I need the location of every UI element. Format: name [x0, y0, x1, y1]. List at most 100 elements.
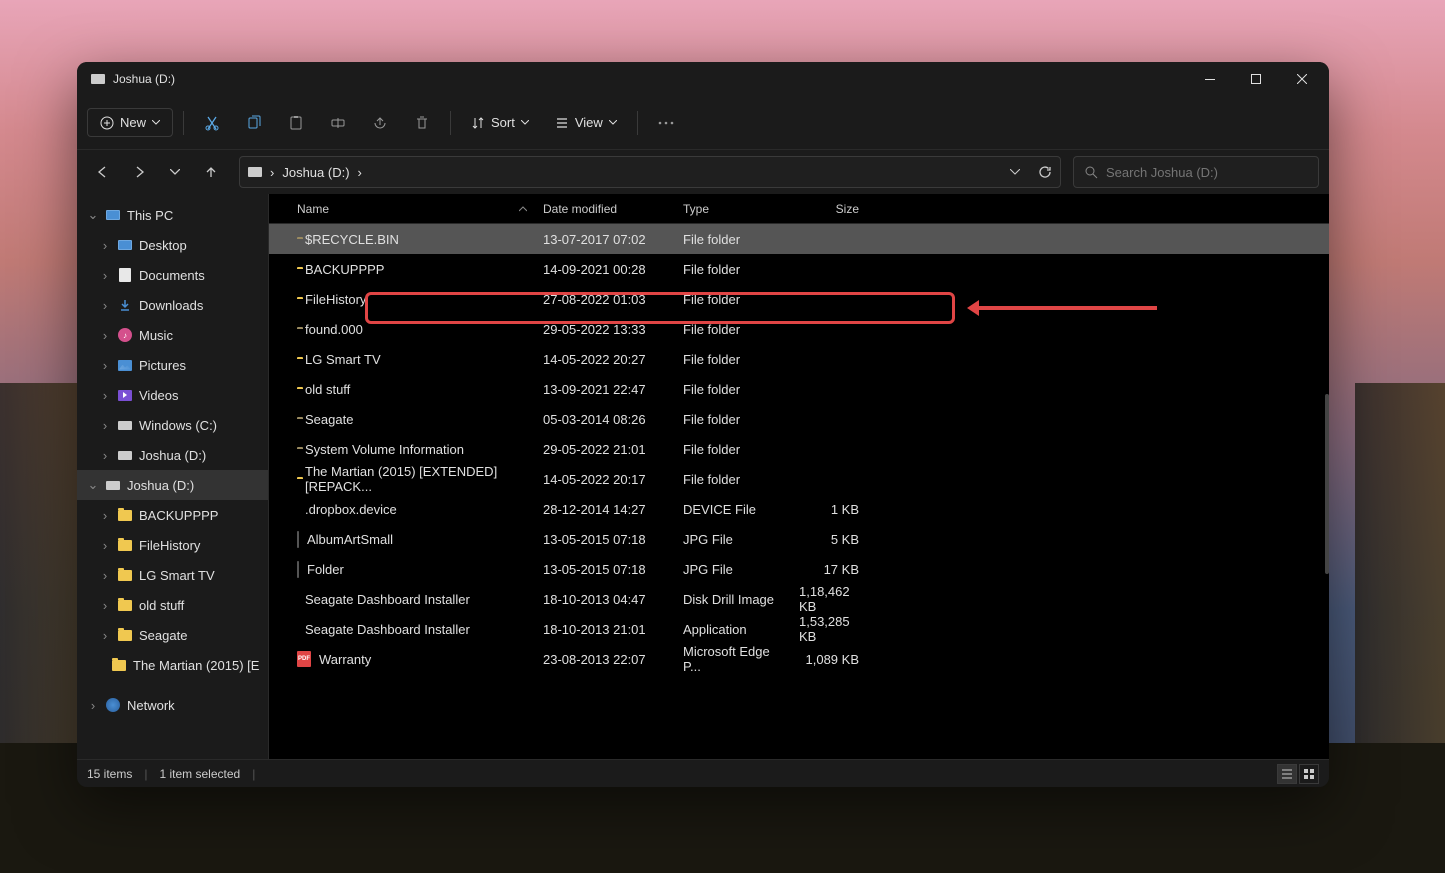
file-row[interactable]: old stuff13-09-2021 22:47File folder — [269, 374, 1329, 404]
file-row[interactable]: System Volume Information29-05-2022 21:0… — [269, 434, 1329, 464]
close-button[interactable] — [1279, 62, 1325, 96]
details-view-button[interactable] — [1277, 764, 1297, 784]
chevron-down-icon[interactable] — [1010, 169, 1020, 175]
sidebar-item-network[interactable]: ›Network — [77, 690, 268, 720]
delete-button[interactable] — [404, 105, 440, 141]
file-row[interactable]: $RECYCLE.BIN13-07-2017 07:02File folder — [269, 224, 1329, 254]
documents-icon — [119, 268, 131, 282]
file-row[interactable]: Seagate Dashboard Installer18-10-2013 04… — [269, 584, 1329, 614]
file-date: 13-05-2015 07:18 — [535, 562, 675, 577]
chevron-right-icon[interactable]: › — [99, 298, 111, 313]
column-date[interactable]: Date modified — [535, 202, 675, 216]
sidebar-item-desktop[interactable]: ›Desktop — [77, 230, 268, 260]
pdf-icon: PDF — [297, 651, 311, 667]
file-date: 28-12-2014 14:27 — [535, 502, 675, 517]
file-name: old stuff — [305, 382, 350, 397]
file-size: 1,18,462 KB — [791, 584, 867, 614]
rename-button[interactable] — [320, 105, 356, 141]
chevron-right-icon[interactable]: › — [99, 448, 111, 463]
file-row[interactable]: PDFWarranty23-08-2013 22:07Microsoft Edg… — [269, 644, 1329, 674]
chevron-right-icon[interactable]: › — [87, 698, 99, 713]
search-box[interactable] — [1073, 156, 1319, 188]
column-size[interactable]: Size — [791, 202, 867, 216]
file-date: 29-05-2022 13:33 — [535, 322, 675, 337]
more-button[interactable] — [648, 105, 684, 141]
copy-button[interactable] — [236, 105, 272, 141]
file-list: Name Date modified Type Size $RECYCLE.BI… — [269, 194, 1329, 759]
sidebar-item-lg-smart-tv[interactable]: ›LG Smart TV — [77, 560, 268, 590]
new-button[interactable]: New — [87, 108, 173, 137]
toolbar: New Sort View — [77, 96, 1329, 150]
search-input[interactable] — [1106, 165, 1308, 180]
search-icon — [1084, 165, 1098, 179]
file-row[interactable]: .dropbox.device28-12-2014 14:27DEVICE Fi… — [269, 494, 1329, 524]
file-row[interactable]: LG Smart TV14-05-2022 20:27File folder — [269, 344, 1329, 374]
view-toggle — [1277, 764, 1319, 784]
sidebar-item-videos[interactable]: ›Videos — [77, 380, 268, 410]
file-row[interactable]: BACKUPPPP14-09-2021 00:28File folder — [269, 254, 1329, 284]
file-name: Seagate Dashboard Installer — [305, 622, 470, 637]
chevron-right-icon[interactable]: › — [99, 628, 111, 643]
chevron-down-icon[interactable]: ⌄ — [87, 207, 99, 223]
chevron-right-icon[interactable]: › — [99, 238, 111, 253]
minimize-button[interactable] — [1187, 62, 1233, 96]
sidebar-item-downloads[interactable]: ›Downloads — [77, 290, 268, 320]
view-button[interactable]: View — [545, 109, 627, 136]
sidebar-item-pictures[interactable]: ›Pictures — [77, 350, 268, 380]
sidebar-item-this-pc[interactable]: ⌄ This PC — [77, 200, 268, 230]
file-row[interactable]: Seagate Dashboard Installer18-10-2013 21… — [269, 614, 1329, 644]
sidebar-item-filehistory[interactable]: ›FileHistory — [77, 530, 268, 560]
share-button[interactable] — [362, 105, 398, 141]
file-row[interactable]: Seagate05-03-2014 08:26File folder — [269, 404, 1329, 434]
file-row[interactable]: found.00029-05-2022 13:33File folder — [269, 314, 1329, 344]
column-name[interactable]: Name — [289, 202, 535, 216]
chevron-right-icon[interactable]: › — [99, 598, 111, 613]
chevron-right-icon[interactable]: › — [99, 358, 111, 373]
chevron-right-icon[interactable]: › — [99, 508, 111, 523]
file-date: 23-08-2013 22:07 — [535, 652, 675, 667]
sidebar-item-windows-c[interactable]: ›Windows (C:) — [77, 410, 268, 440]
sidebar-item-backupppp[interactable]: ›BACKUPPPP — [77, 500, 268, 530]
chevron-right-icon[interactable]: › — [99, 328, 111, 343]
chevron-right-icon[interactable]: › — [99, 538, 111, 553]
maximize-button[interactable] — [1233, 62, 1279, 96]
column-type[interactable]: Type — [675, 202, 791, 216]
file-row[interactable]: Folder13-05-2015 07:18JPG File17 KB — [269, 554, 1329, 584]
sidebar-item-martian[interactable]: The Martian (2015) [EXTEI — [77, 650, 268, 680]
sort-button[interactable]: Sort — [461, 109, 539, 136]
thumbnails-view-button[interactable] — [1299, 764, 1319, 784]
sidebar-item-joshua-d[interactable]: ›Joshua (D:) — [77, 440, 268, 470]
breadcrumb-drive[interactable]: Joshua (D:) — [282, 165, 349, 180]
chevron-right-icon[interactable]: › — [99, 268, 111, 283]
back-button[interactable] — [87, 156, 119, 188]
file-explorer-window: Joshua (D:) New — [77, 62, 1329, 787]
sidebar-item-old-stuff[interactable]: ›old stuff — [77, 590, 268, 620]
sort-label: Sort — [491, 115, 515, 130]
chevron-right-icon[interactable]: › — [99, 568, 111, 583]
file-name: FileHistory — [305, 292, 366, 307]
file-type: File folder — [675, 412, 791, 427]
sidebar-item-joshua-d-expanded[interactable]: ⌄Joshua (D:) — [77, 470, 268, 500]
sidebar-item-music[interactable]: ›♪Music — [77, 320, 268, 350]
addressbar[interactable]: › Joshua (D:) › — [239, 156, 1061, 188]
new-label: New — [120, 115, 146, 130]
chevron-down-icon[interactable]: ⌄ — [87, 477, 99, 493]
refresh-icon[interactable] — [1038, 165, 1052, 179]
up-button[interactable] — [195, 156, 227, 188]
file-type: Microsoft Edge P... — [675, 644, 791, 674]
paste-button[interactable] — [278, 105, 314, 141]
sidebar-item-seagate[interactable]: ›Seagate — [77, 620, 268, 650]
file-row[interactable]: FileHistory27-08-2022 01:03File folder — [269, 284, 1329, 314]
file-row[interactable]: AlbumArtSmall13-05-2015 07:18JPG File5 K… — [269, 524, 1329, 554]
breadcrumb-chevron: › — [270, 165, 274, 180]
forward-button[interactable] — [123, 156, 155, 188]
scrollbar[interactable] — [1325, 394, 1329, 574]
file-date: 29-05-2022 21:01 — [535, 442, 675, 457]
cut-button[interactable] — [194, 105, 230, 141]
recent-button[interactable] — [159, 156, 191, 188]
file-row[interactable]: The Martian (2015) [EXTENDED] [REPACK...… — [269, 464, 1329, 494]
titlebar[interactable]: Joshua (D:) — [77, 62, 1329, 96]
sidebar-item-documents[interactable]: ›Documents — [77, 260, 268, 290]
chevron-right-icon[interactable]: › — [99, 418, 111, 433]
chevron-right-icon[interactable]: › — [99, 388, 111, 403]
